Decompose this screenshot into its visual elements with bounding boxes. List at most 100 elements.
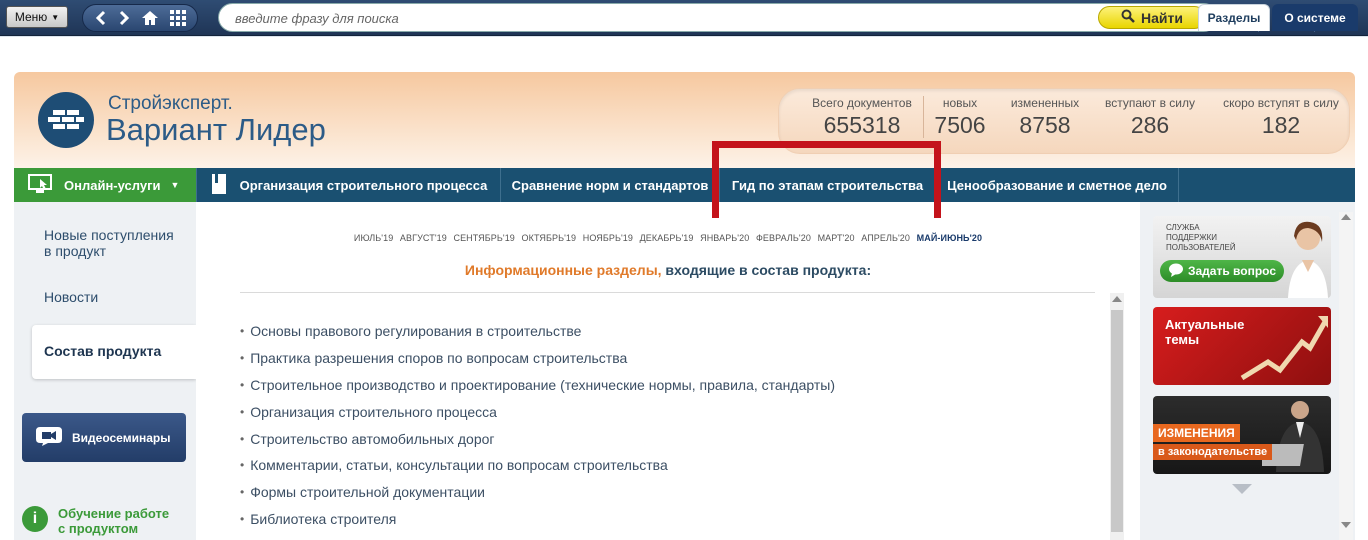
support-operator-image	[1284, 216, 1330, 298]
months-bar: ИЮЛЬ'19 АВГУСТ'19 СЕНТЯБРЬ'19 ОКТЯБРЬ'19…	[196, 233, 1140, 243]
hot-topics-line1: Актуальные	[1165, 317, 1245, 332]
training-label: Обучение работе с продуктом	[58, 506, 169, 536]
tab-about[interactable]: О системе	[1272, 4, 1358, 31]
scroll-down-icon[interactable]	[1341, 522, 1351, 528]
hot-topics-line2: темы	[1165, 332, 1200, 347]
find-label: Найти	[1141, 9, 1183, 26]
scroll-up-icon[interactable]	[1112, 296, 1122, 302]
stat-changed[interactable]: измененных 8758	[1002, 96, 1088, 139]
book-icon	[210, 173, 228, 198]
stat-total: Всего документов 655318	[806, 96, 918, 139]
info-title-highlight: Информационные разделы,	[464, 262, 662, 278]
list-item[interactable]: Строительное производство и проектирован…	[240, 372, 835, 399]
month-link[interactable]: АПРЕЛЬ'20	[861, 233, 910, 243]
stat-divider	[923, 96, 924, 138]
stat-coming-soon[interactable]: скоро вступят в силу 182	[1214, 96, 1348, 139]
support-text: СЛУЖБА ПОДДЕРЖКИ ПОЛЬЗОВАТЕЛЕЙ	[1166, 223, 1236, 253]
chat-icon	[1168, 263, 1184, 280]
forward-icon[interactable]	[118, 10, 130, 26]
stat-in-force[interactable]: вступают в силу 286	[1098, 96, 1202, 139]
training-line1: Обучение работе	[58, 506, 170, 521]
logo-brick-icon	[38, 92, 94, 148]
month-link[interactable]: НОЯБРЬ'19	[583, 233, 633, 243]
video-chat-icon	[36, 425, 64, 450]
list-item[interactable]: Формы строительной документации	[240, 479, 835, 506]
stat-label: Всего документов	[812, 96, 912, 110]
info-title: Информационные разделы, входящие в соста…	[196, 262, 1140, 278]
stat-label: вступают в силу	[1104, 96, 1196, 110]
search-icon	[1121, 9, 1135, 26]
training-link[interactable]: i Обучение работе с продуктом	[22, 506, 169, 536]
businessman-laptop-image	[1256, 398, 1328, 472]
info-icon: i	[22, 506, 48, 532]
stat-value: 8758	[1019, 112, 1071, 138]
hot-topics-text: Актуальные темы	[1165, 317, 1244, 347]
nav-item-comparison[interactable]: Сравнение норм и стандартов	[501, 168, 720, 202]
monitor-cursor-icon	[28, 173, 54, 197]
search-box: Найти	[218, 3, 1218, 32]
scroll-up-icon[interactable]	[1341, 214, 1351, 220]
chevron-down-icon: ▼	[51, 12, 60, 22]
video-seminars-label: Видеосеминары	[72, 430, 171, 445]
nav-online-services[interactable]: Онлайн-услуги ▼	[14, 168, 196, 202]
nav-item-label: Организация строительного процесса	[239, 177, 488, 193]
chevron-down-icon[interactable]	[1232, 484, 1252, 494]
month-link[interactable]: ФЕВРАЛЬ'20	[756, 233, 811, 243]
menu-button[interactable]: Меню ▼	[6, 6, 68, 28]
stat-label: скоро вступят в силу	[1223, 96, 1339, 110]
list-item[interactable]: Комментарии, статьи, консультации по воп…	[240, 452, 835, 479]
stat-value: 655318	[823, 112, 901, 138]
divider	[240, 292, 1095, 293]
home-icon[interactable]	[141, 10, 159, 26]
highlight-box	[712, 141, 941, 228]
rising-arrow-icon	[1240, 312, 1330, 382]
list-item[interactable]: Библиотека строителя	[240, 506, 835, 533]
nav-button-group	[82, 4, 198, 32]
month-link-current[interactable]: МАЙ-ИЮНЬ'20	[917, 233, 982, 243]
month-link[interactable]: МАРТ'20	[818, 233, 855, 243]
tab-sections[interactable]: Разделы	[1198, 4, 1270, 31]
search-input[interactable]	[235, 9, 1095, 27]
month-link[interactable]: ОКТЯБРЬ'19	[522, 233, 577, 243]
nav-item-label: Сравнение норм и стандартов	[511, 177, 709, 193]
back-icon[interactable]	[95, 10, 107, 26]
law-changes-tag: ИЗМЕНЕНИЯ	[1153, 424, 1240, 442]
video-seminars-button[interactable]: Видеосеминары	[22, 413, 186, 462]
list-item[interactable]: Организация строительного процесса	[240, 398, 835, 425]
month-link[interactable]: ДЕКАБРЬ'19	[640, 233, 694, 243]
month-link[interactable]: ЯНВАРЬ'20	[700, 233, 749, 243]
find-button[interactable]: Найти	[1098, 6, 1206, 29]
info-title-rest: входящие в состав продукта:	[661, 262, 872, 278]
law-changes-subtag: в законодательстве	[1153, 444, 1273, 460]
month-link[interactable]: ИЮЛЬ'19	[354, 233, 393, 243]
logo-line2: Вариант Лидер	[106, 112, 326, 147]
nav-online-label: Онлайн-услуги	[64, 177, 161, 193]
nav-item-pricing[interactable]: Ценообразование и сметное дело	[936, 168, 1179, 202]
right-scrollbar[interactable]	[1339, 212, 1353, 540]
stat-value: 182	[1261, 112, 1301, 138]
stat-value: 286	[1130, 112, 1170, 138]
sidebar-item-new-arrivals[interactable]: Новые поступления в продукт	[44, 227, 184, 259]
ask-question-button[interactable]: Задать вопрос	[1160, 260, 1284, 282]
ask-question-label: Задать вопрос	[1187, 264, 1277, 278]
chevron-down-icon: ▼	[170, 180, 180, 190]
stat-new[interactable]: новых 7506	[930, 96, 990, 139]
tabs-row	[0, 37, 1368, 68]
nav-item-organization[interactable]: Организация строительного процесса	[196, 168, 501, 202]
month-link[interactable]: СЕНТЯБРЬ'19	[453, 233, 514, 243]
month-link[interactable]: АВГУСТ'19	[400, 233, 447, 243]
info-sections-list: Основы правового регулирования в строите…	[240, 318, 835, 532]
support-line1: СЛУЖБА	[1166, 223, 1200, 232]
grid-icon[interactable]	[169, 10, 186, 26]
stat-label: измененных	[1010, 96, 1080, 110]
list-item[interactable]: Практика разрешения споров по вопросам с…	[240, 345, 835, 372]
support-line2: ПОДДЕРЖКИ	[1166, 233, 1218, 242]
list-item[interactable]: Основы правового регулирования в строите…	[240, 318, 835, 345]
sidebar-item-news[interactable]: Новости	[44, 289, 98, 305]
scrollbar-thumb[interactable]	[1111, 310, 1123, 532]
sidebar-item-product-contents[interactable]: Состав продукта	[44, 343, 161, 359]
support-line3: ПОЛЬЗОВАТЕЛЕЙ	[1166, 243, 1236, 252]
list-item[interactable]: Строительство автомобильных дорог	[240, 425, 835, 452]
training-line2: с продуктом	[58, 521, 139, 536]
nav-item-label: Ценообразование и сметное дело	[947, 177, 1167, 193]
